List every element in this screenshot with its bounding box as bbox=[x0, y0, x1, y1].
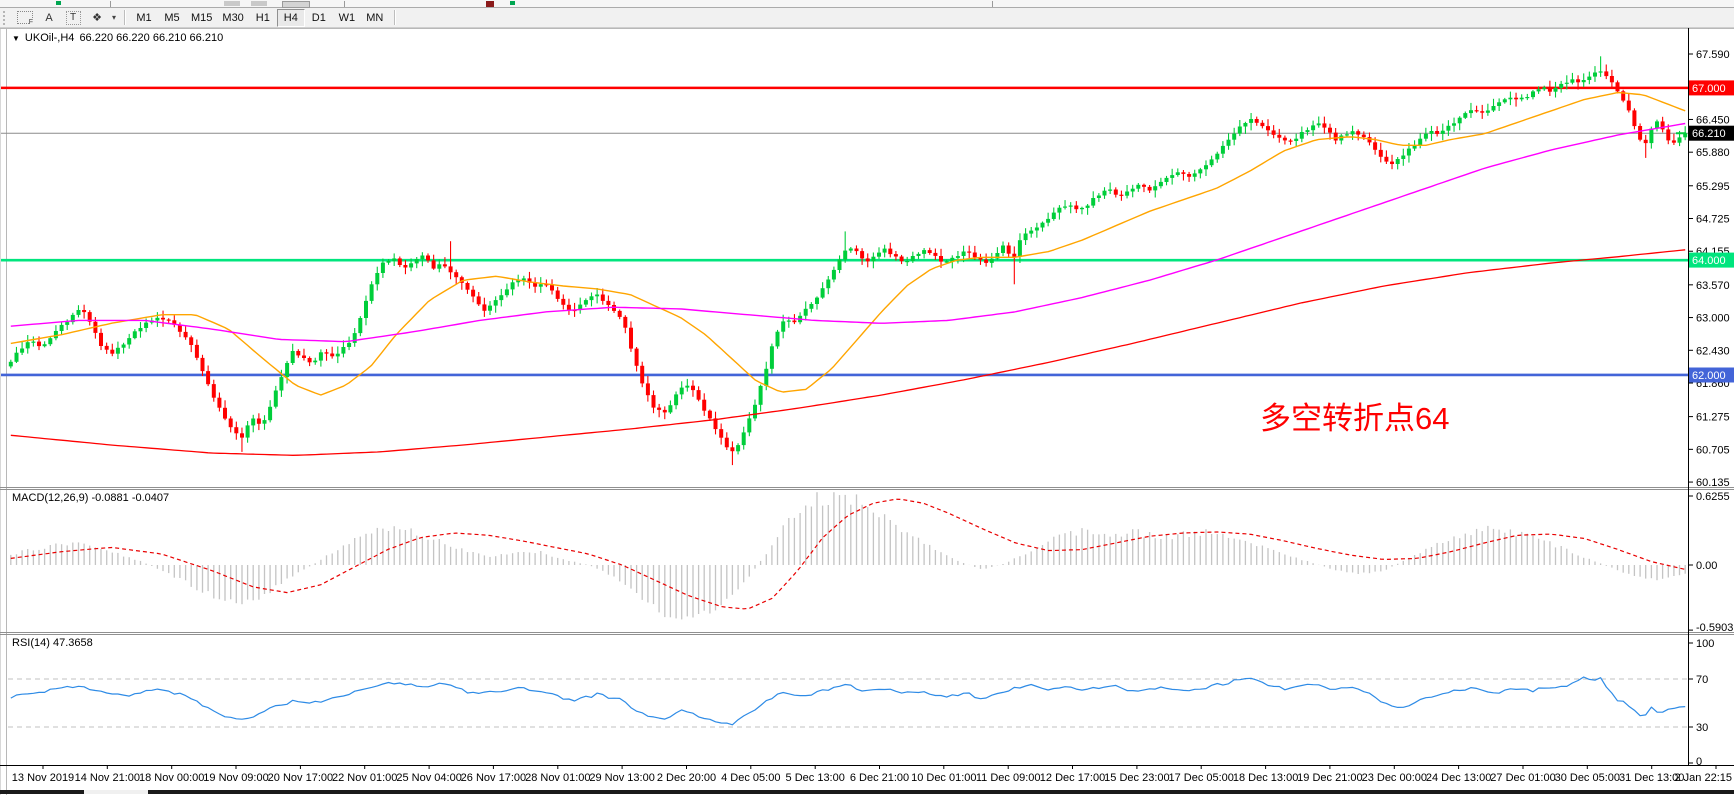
clipped-toolbar-fragment bbox=[344, 1, 345, 7]
toolbar: F A T ❖ ▾ M1 M5 M15 M30 H1 H4 D1 W1 MN bbox=[0, 8, 1734, 28]
chart-title: ▼ UKOil-,H4 66.220 66.220 66.210 66.210 bbox=[12, 32, 223, 44]
text-label-icon[interactable]: A bbox=[37, 10, 61, 26]
timeframe-button-m5[interactable]: M5 bbox=[158, 9, 186, 27]
grid-glyph: F bbox=[17, 11, 33, 24]
time-axis[interactable] bbox=[0, 766, 1734, 789]
chart-canvas[interactable]: 67.59066.45065.88065.29564.72564.15563.5… bbox=[0, 28, 1734, 795]
toolbar-grip[interactable] bbox=[3, 11, 11, 25]
crosshair-grid-icon[interactable]: F bbox=[13, 10, 37, 26]
timeframe-button-h4[interactable]: H4 bbox=[277, 9, 305, 27]
rsi-indicator-label: RSI(14) 47.3658 bbox=[12, 637, 93, 649]
clipped-toolbar-fragment bbox=[251, 1, 267, 6]
chart-window: 67.59066.45065.88065.29564.72564.15563.5… bbox=[0, 28, 1734, 795]
toolbar-separator bbox=[394, 10, 395, 25]
shapes-icon[interactable]: ❖ bbox=[85, 10, 109, 26]
timeframe-button-w1[interactable]: W1 bbox=[333, 9, 361, 27]
timeframe-button-h1[interactable]: H1 bbox=[249, 9, 277, 27]
clipped-toolbar-fragment bbox=[282, 1, 310, 8]
timeframe-button-d1[interactable]: D1 bbox=[305, 9, 333, 27]
chart-symbol-period: UKOil-,H4 bbox=[25, 32, 75, 44]
price-axis[interactable] bbox=[1688, 28, 1734, 765]
toolbar-separator bbox=[124, 10, 125, 25]
clipped-toolbar-strip bbox=[0, 0, 1734, 8]
clipped-toolbar-fragment bbox=[56, 1, 61, 5]
chart-ohlc-values: 66.220 66.220 66.210 66.210 bbox=[79, 32, 223, 44]
timeframe-button-mn[interactable]: MN bbox=[361, 9, 389, 27]
horizontal-scrollbar[interactable] bbox=[0, 790, 1734, 794]
text-box-icon[interactable]: T bbox=[61, 10, 85, 26]
text-box-glyph: T bbox=[66, 11, 81, 25]
scrollbar-gap bbox=[84, 790, 148, 794]
collapse-icon[interactable]: ▼ bbox=[12, 34, 20, 43]
macd-indicator-label: MACD(12,26,9) -0.0881 -0.0407 bbox=[12, 492, 169, 504]
clipped-toolbar-fragment bbox=[510, 1, 515, 5]
timeframe-button-m15[interactable]: M15 bbox=[186, 9, 217, 27]
timeframe-button-m1[interactable]: M1 bbox=[130, 9, 158, 27]
clipped-toolbar-fragment bbox=[992, 1, 993, 7]
clipped-toolbar-fragment bbox=[224, 1, 240, 6]
clipped-toolbar-fragment bbox=[110, 1, 111, 7]
chart-text-annotation: 多空转折点64 bbox=[1260, 402, 1449, 436]
timeframe-button-m30[interactable]: M30 bbox=[217, 9, 248, 27]
trading-app-window: F A T ❖ ▾ M1 M5 M15 M30 H1 H4 D1 W1 MN 6… bbox=[0, 0, 1734, 795]
clipped-toolbar-fragment bbox=[486, 1, 494, 7]
shapes-dropdown-caret-icon[interactable]: ▾ bbox=[109, 13, 119, 22]
